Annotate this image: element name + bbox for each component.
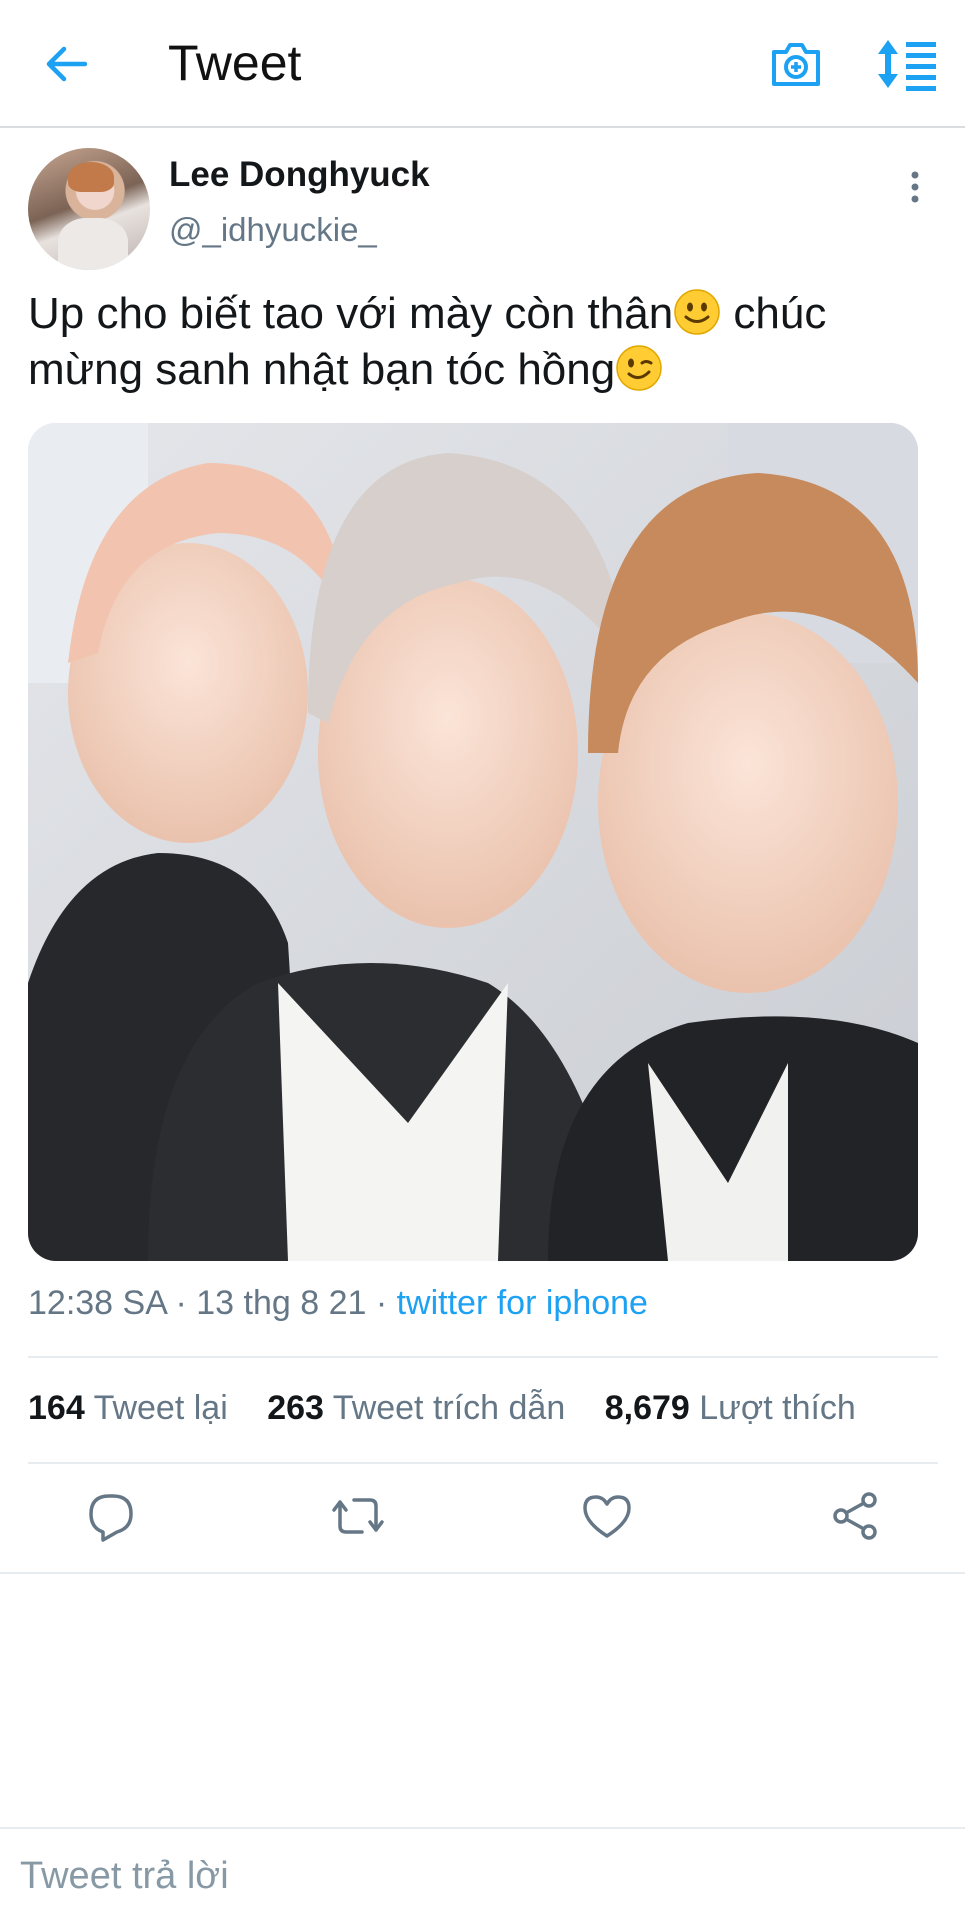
winking-face-emoji bbox=[615, 344, 663, 392]
tweet-text-line2: mừng sanh nhật bạn tóc hồng bbox=[28, 345, 616, 394]
composer-divider bbox=[0, 1827, 965, 1829]
group-selfie-photo[interactable] bbox=[28, 423, 918, 1261]
divider bbox=[28, 1356, 938, 1358]
retweet-icon[interactable] bbox=[330, 1488, 386, 1544]
author-name[interactable]: Lee Donghyuck bbox=[169, 155, 430, 195]
reply-input[interactable]: Tweet trả lời bbox=[20, 1855, 229, 1898]
author-handle[interactable]: @_idhyuckie_ bbox=[169, 211, 377, 249]
divider bbox=[28, 1462, 938, 1464]
likes-stat[interactable]: 8,679 Lượt thích bbox=[605, 1389, 856, 1427]
meta-separator: · bbox=[166, 1284, 197, 1322]
slightly-smiling-face-emoji bbox=[673, 288, 721, 336]
retweets-count: 164 bbox=[28, 1389, 85, 1427]
tweet-time: 12:38 SA bbox=[28, 1284, 167, 1322]
top-app-bar: Tweet bbox=[0, 0, 965, 128]
back-arrow-icon[interactable] bbox=[40, 38, 92, 90]
quotes-count: 263 bbox=[267, 1389, 324, 1427]
quotes-stat[interactable]: 263 Tweet trích dẫn bbox=[267, 1389, 565, 1427]
tweet-action-bar bbox=[0, 1488, 965, 1544]
engagement-stats: 164 Tweet lại 263 Tweet trích dẫn 8,679 … bbox=[28, 1383, 856, 1433]
quotes-label: Tweet trích dẫn bbox=[332, 1389, 566, 1427]
meta-separator: · bbox=[366, 1284, 397, 1322]
likes-count: 8,679 bbox=[604, 1389, 690, 1427]
tweet-text-line1b: chúc bbox=[721, 289, 827, 338]
tweet-source-link[interactable]: twitter for iphone bbox=[397, 1284, 648, 1322]
retweets-stat[interactable]: 164 Tweet lại bbox=[28, 1389, 228, 1427]
tweet-text: Up cho biết tao với mày còn thân chúc mừ… bbox=[28, 286, 928, 398]
likes-label: Lượt thích bbox=[699, 1389, 856, 1427]
sort-list-icon[interactable] bbox=[876, 36, 938, 92]
tweet-date: 13 thg 8 21 bbox=[196, 1284, 367, 1322]
more-vertical-icon[interactable] bbox=[900, 168, 930, 208]
retweets-label: Tweet lại bbox=[93, 1389, 228, 1427]
like-icon[interactable] bbox=[579, 1488, 635, 1544]
share-icon[interactable] bbox=[827, 1488, 883, 1544]
page-title: Tweet bbox=[168, 35, 302, 91]
camera-icon[interactable] bbox=[768, 36, 824, 92]
tweet-meta: 12:38 SA · 13 thg 8 21 · twitter for iph… bbox=[28, 1278, 648, 1328]
divider bbox=[0, 1572, 965, 1574]
reply-icon[interactable] bbox=[83, 1488, 139, 1544]
tweet-text-line1: Up cho biết tao với mày còn thân bbox=[28, 289, 674, 338]
avatar[interactable] bbox=[28, 148, 150, 270]
